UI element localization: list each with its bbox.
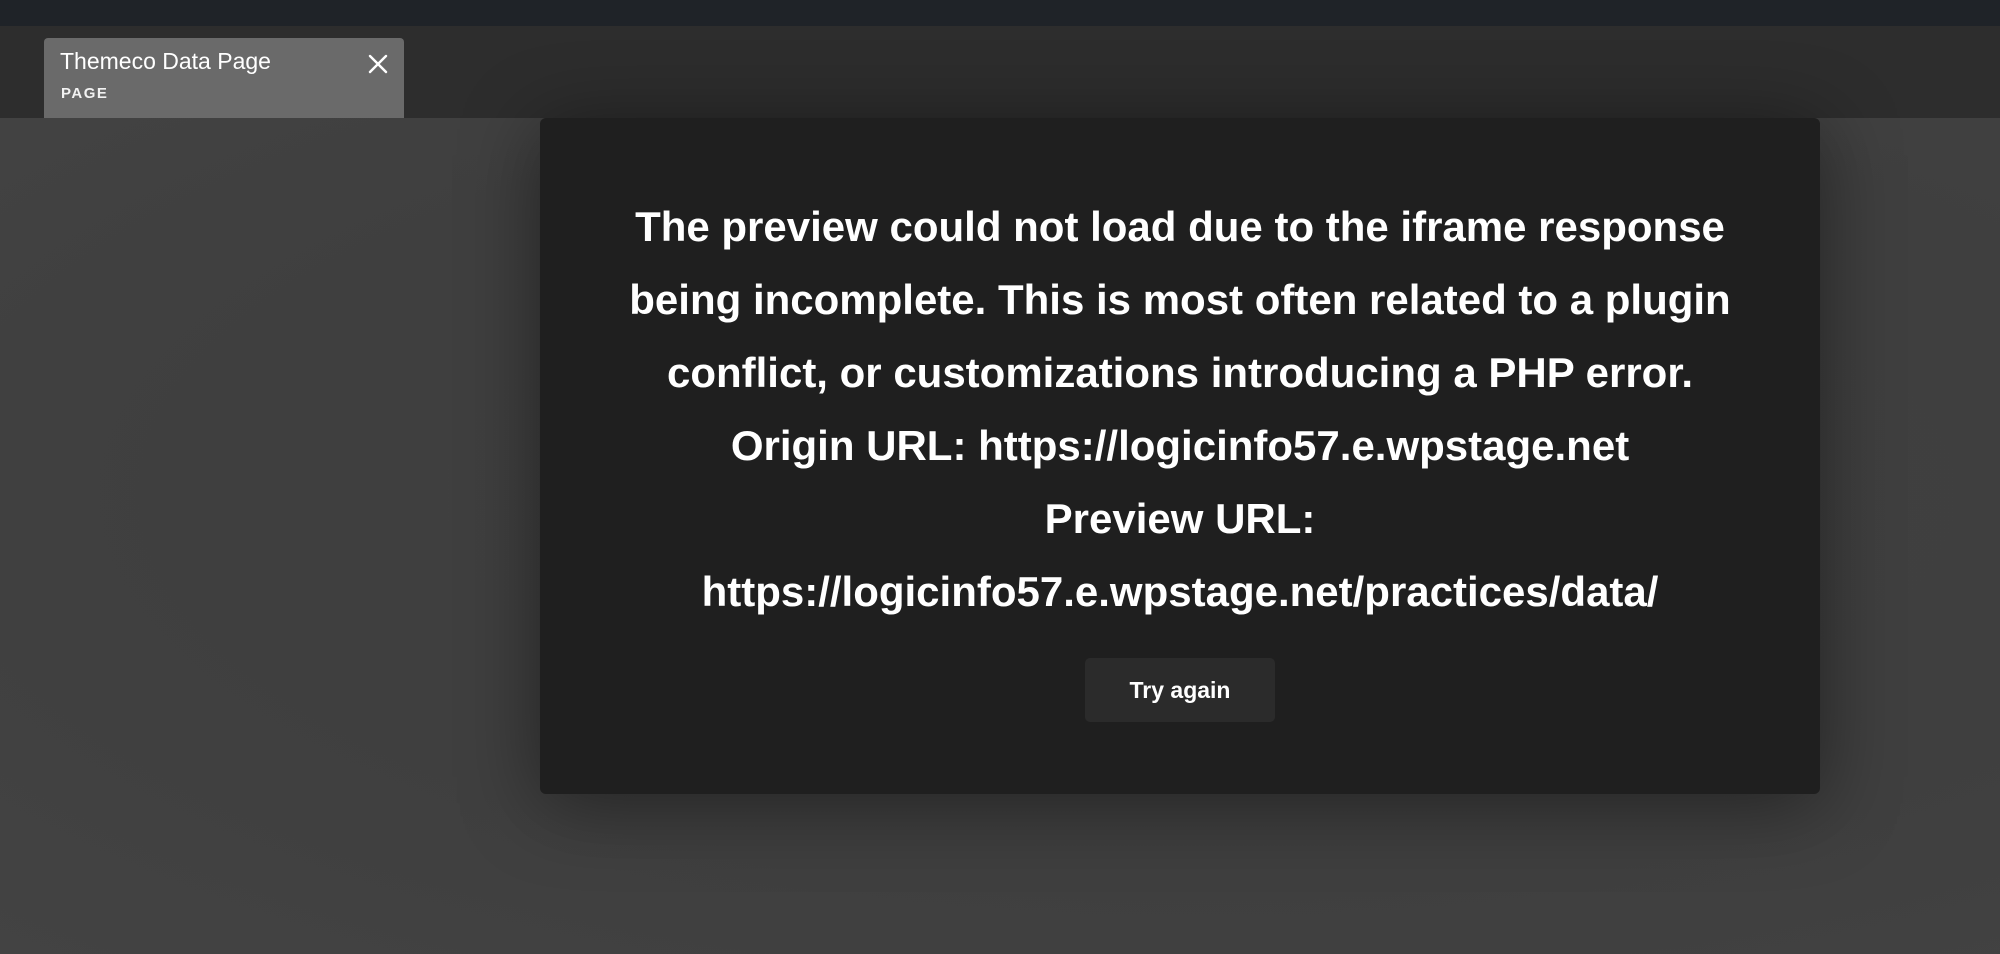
tab-title: Themeco Data Page: [60, 48, 271, 74]
top-strip: [0, 0, 2000, 26]
error-message: The preview could not load due to the if…: [600, 190, 1760, 628]
try-again-button[interactable]: Try again: [1085, 658, 1275, 722]
tab-type-label: PAGE: [61, 85, 109, 102]
error-description: The preview could not load due to the if…: [629, 203, 1731, 396]
close-icon[interactable]: [366, 52, 390, 76]
origin-url: Origin URL: https://logicinfo57.e.wpstag…: [730, 422, 1630, 469]
error-panel: The preview could not load due to the if…: [540, 118, 1820, 794]
tab-themeco-data-page[interactable]: Themeco Data Page PAGE: [44, 38, 404, 118]
preview-url-label: Preview URL:: [1044, 495, 1316, 542]
preview-url: https://logicinfo57.e.wpstage.net/practi…: [701, 568, 1659, 615]
